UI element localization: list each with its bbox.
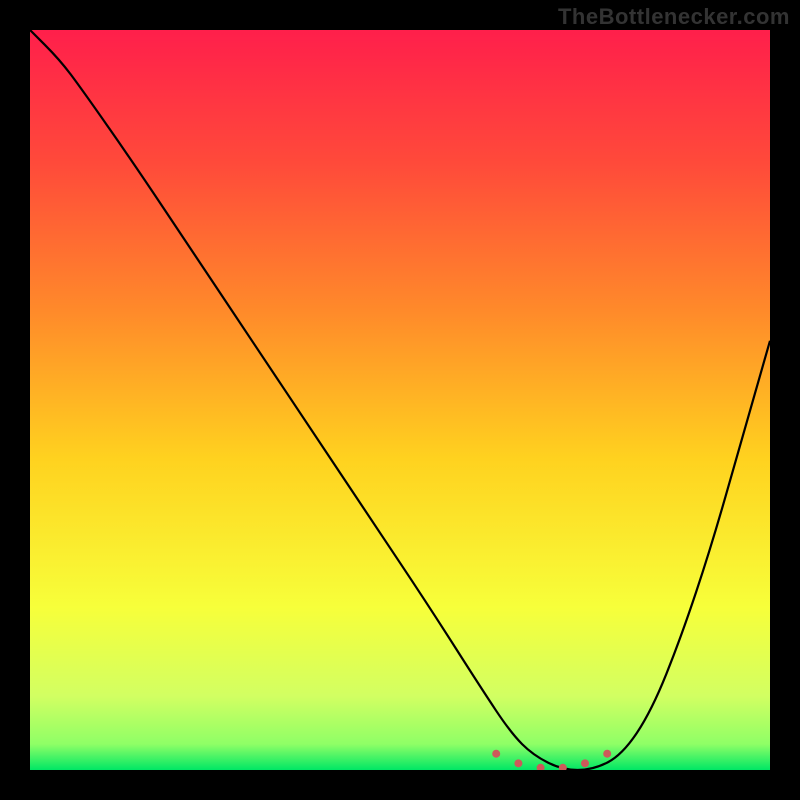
- watermark-text: TheBottlenecker.com: [558, 4, 790, 30]
- valley-dot: [514, 759, 522, 767]
- plot-area: [30, 30, 770, 770]
- valley-dot: [581, 759, 589, 767]
- chart-frame: TheBottlenecker.com: [0, 0, 800, 800]
- gradient-background: [30, 30, 770, 770]
- valley-dot: [492, 750, 500, 758]
- valley-dot: [603, 750, 611, 758]
- bottleneck-chart: [30, 30, 770, 770]
